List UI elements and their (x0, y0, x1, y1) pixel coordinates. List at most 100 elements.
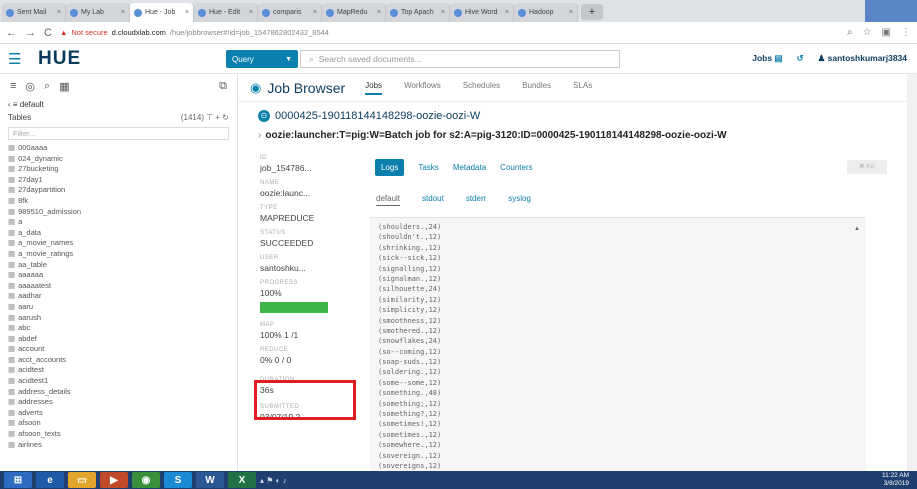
filter-input[interactable]: Filter... (8, 127, 229, 140)
table-list-item[interactable]: ▦ abc (0, 323, 237, 334)
table-list-item[interactable]: ▦ 000aaaa (0, 143, 237, 154)
tab-workflows[interactable]: Workflows (404, 81, 441, 95)
table-list-item[interactable]: ▦ aaaaaa (0, 270, 237, 281)
table-list-item[interactable]: ▦ aarush (0, 313, 237, 324)
ie-icon[interactable]: e (36, 472, 64, 488)
table-list-item[interactable]: ▦ a_movie_ratings (0, 249, 237, 260)
search-input[interactable]: ⌕ Search saved documents... (300, 50, 620, 68)
subtab-logs[interactable]: Logs (375, 159, 405, 176)
skype-icon[interactable]: S (164, 472, 192, 488)
log-tab-syslog[interactable]: syslog (508, 194, 531, 206)
browser-tab[interactable]: comparis × (258, 3, 322, 22)
table-list-item[interactable]: ▦ account (0, 344, 237, 355)
log-tab-default[interactable]: default (376, 194, 401, 206)
tab-close-icon[interactable]: × (505, 9, 509, 16)
subtab-tasks[interactable]: Tasks (418, 163, 438, 172)
user-menu[interactable]: ♟ santoshkumarj3834 (818, 53, 907, 64)
tab-close-icon[interactable]: × (441, 9, 445, 16)
grid-icon[interactable]: ▦ (59, 80, 69, 93)
tab-schedules[interactable]: Schedules (463, 81, 500, 95)
table-list-item[interactable]: ▦ 8fk (0, 196, 237, 207)
forward-icon[interactable]: → (25, 27, 36, 39)
browser-tab[interactable]: Hadoop × (514, 3, 578, 22)
table-list-item[interactable]: ▦ aaru (0, 302, 237, 313)
zoom-icon[interactable]: ⌕ (847, 27, 853, 38)
table-list-item[interactable]: ▦ a_movie_names (0, 238, 237, 249)
table-list-item[interactable]: ▦ airlines (0, 440, 237, 451)
hamburger-icon[interactable]: ☰ (8, 50, 28, 68)
jobs-button[interactable]: Jobs ▤ (752, 53, 782, 64)
start-icon[interactable]: ⊞ (4, 472, 32, 488)
database-breadcrumb[interactable]: ‹ ≡ default (0, 98, 237, 111)
browser-tab[interactable]: My Lab × (66, 3, 130, 22)
subtab-counters[interactable]: Counters (500, 163, 532, 172)
tab-slas[interactable]: SLAs (573, 81, 592, 95)
tab-label: Top Apach (401, 9, 434, 16)
extension-icon[interactable]: ▣ (882, 27, 891, 38)
media-icon[interactable]: ▶ (100, 472, 128, 488)
excel-icon[interactable]: X (228, 472, 256, 488)
table-list-item[interactable]: ▦ 27day1 (0, 175, 237, 186)
tab-close-icon[interactable]: × (313, 9, 317, 16)
table-list-item[interactable]: ▦ a_data (0, 228, 237, 239)
subtab-metadata[interactable]: Metadata (453, 163, 486, 172)
documents-icon[interactable]: ◎ (25, 80, 35, 93)
word-icon[interactable]: W (196, 472, 224, 488)
star-icon[interactable]: ☆ (863, 27, 872, 38)
clock[interactable]: 11:22 AM 3/8/2019 (882, 472, 909, 488)
collapse-icon[interactable]: ⧉ (219, 80, 227, 93)
tab-close-icon[interactable]: × (569, 9, 573, 16)
tab-close-icon[interactable]: × (249, 9, 253, 16)
tab-close-icon[interactable]: × (121, 9, 125, 16)
table-list-item[interactable]: ▦ 024_dynamic (0, 154, 237, 165)
browser-tab[interactable]: Hue - Edit × (194, 3, 258, 22)
table-list-item[interactable]: ▦ afsoon_texts (0, 429, 237, 440)
browser-tab[interactable]: Hive Word × (450, 3, 514, 22)
log-output[interactable]: (shoulders.,24) (shouldn't.,12) (shrinking… (370, 217, 866, 471)
table-list-item[interactable]: ▦ abdef (0, 334, 237, 345)
table-list-item[interactable]: ▦ aadhar (0, 291, 237, 302)
system-tray-icons[interactable]: ▴ ⚑ ◐ ♪ (260, 476, 287, 485)
browser-tab[interactable]: Top Apach × (386, 3, 450, 22)
reload-icon[interactable]: C (44, 27, 52, 39)
search-assist-icon[interactable]: ⌕ (44, 80, 50, 93)
hue-logo[interactable]: HUE (38, 48, 81, 70)
table-list-item[interactable]: ▦ aaaaatest (0, 281, 237, 292)
history-icon[interactable]: ↺ (797, 53, 804, 64)
tab-close-icon[interactable]: × (377, 9, 381, 16)
new-tab-button[interactable]: + (581, 4, 603, 20)
table-list-item[interactable]: ▦ 27daypartition (0, 185, 237, 196)
database-icon[interactable]: ≡ (10, 80, 16, 92)
table-list-item[interactable]: ▦ acidtest (0, 365, 237, 376)
query-button[interactable]: Query ▼ (226, 50, 298, 68)
table-list-item[interactable]: ▦ address_details (0, 387, 237, 398)
browser-tab[interactable]: Hue - Job × (130, 3, 194, 22)
tab-close-icon[interactable]: × (185, 9, 189, 16)
browser-tab[interactable]: Sent Mail × (2, 3, 66, 22)
log-tab-stderr[interactable]: stderr (466, 194, 486, 206)
folder-icon[interactable]: ▭ (68, 472, 96, 488)
chrome-icon[interactable]: ◉ (132, 472, 160, 488)
url-input[interactable]: ▲ Not secure d.cloudxlab.com/hue/jobbrow… (60, 28, 839, 37)
table-list-item[interactable]: ▦ afsoon (0, 418, 237, 429)
menu-icon[interactable]: ⋮ (901, 27, 911, 38)
tab-close-icon[interactable]: × (57, 9, 61, 16)
table-list-item[interactable]: ▦ adverts (0, 408, 237, 419)
table-list-item[interactable]: ▦ aa_table (0, 260, 237, 271)
window-controls[interactable] (865, 0, 917, 22)
table-list-item[interactable]: ▦ 27bucketing (0, 164, 237, 175)
table-list-item[interactable]: ▦ acct_accounts (0, 355, 237, 366)
tab-bundles[interactable]: Bundles (522, 81, 551, 95)
table-list-item[interactable]: ▦ 989510_admission (0, 207, 237, 218)
page-scrollbar[interactable] (907, 74, 917, 471)
tab-jobs[interactable]: Jobs (365, 81, 383, 95)
scroll-up-icon[interactable]: ▲ (854, 226, 860, 232)
table-list-item[interactable]: ▦ addresses (0, 397, 237, 408)
table-list-item[interactable]: ▦ a (0, 217, 237, 228)
address-bar: ← → C ▲ Not secure d.cloudxlab.com/hue/j… (0, 22, 917, 44)
browser-tab[interactable]: MapRedu × (322, 3, 386, 22)
table-list-item[interactable]: ▦ acidtest1 (0, 376, 237, 387)
back-icon[interactable]: ← (6, 27, 17, 39)
kill-button[interactable]: ✖ Kill (847, 160, 887, 174)
log-tab-stdout[interactable]: stdout (422, 194, 444, 206)
